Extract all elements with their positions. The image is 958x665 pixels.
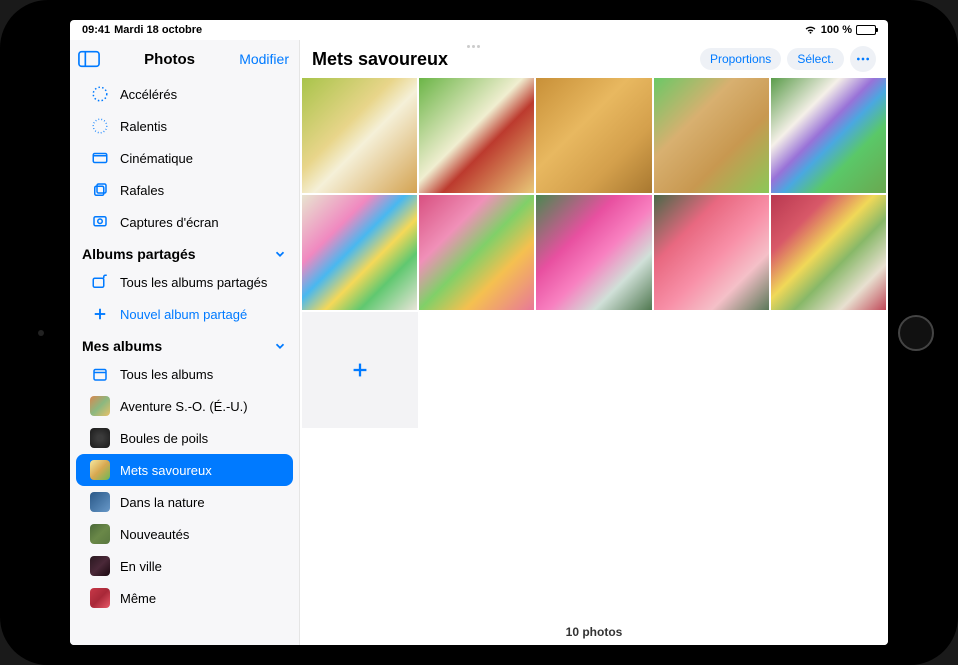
section-label: Mes albums xyxy=(82,338,162,354)
sidebar-item-label: Cinématique xyxy=(120,151,193,166)
sidebar-item-all-shared[interactable]: Tous les albums partagés xyxy=(76,266,293,298)
sidebar-item-label: Ralentis xyxy=(120,119,167,134)
photo-thumb[interactable] xyxy=(302,195,417,310)
album-thumb xyxy=(90,524,110,544)
select-button[interactable]: Sélect. xyxy=(787,48,844,70)
sidebar-item-all-albums[interactable]: Tous les albums xyxy=(76,358,293,390)
battery-icon xyxy=(856,25,876,35)
sidebar-item-label: Mets savoureux xyxy=(120,463,212,478)
add-photo-button[interactable] xyxy=(302,312,418,428)
photo-thumb[interactable] xyxy=(419,78,534,193)
sidebar-album-aventure[interactable]: Aventure S.-O. (É.-U.) xyxy=(76,390,293,422)
photo-count: 10 photos xyxy=(300,619,888,645)
sidebar-item-slowmo[interactable]: Ralentis xyxy=(76,110,293,142)
plus-icon xyxy=(349,359,371,381)
sidebar-item-label: Tous les albums partagés xyxy=(120,275,267,290)
status-date: Mardi 18 octobre xyxy=(114,24,202,36)
photo-thumb[interactable] xyxy=(771,78,886,193)
edit-button[interactable]: Modifier xyxy=(239,51,289,67)
sidebar-item-label: Même xyxy=(120,591,156,606)
sidebar: Photos Modifier Accélérés Ralentis Ciném… xyxy=(70,40,300,645)
sidebar-album-boules[interactable]: Boules de poils xyxy=(76,422,293,454)
album-thumb xyxy=(90,492,110,512)
ellipsis-icon xyxy=(855,51,871,67)
sidebar-album-mets[interactable]: Mets savoureux xyxy=(76,454,293,486)
chevron-down-icon xyxy=(273,247,287,261)
photo-thumb[interactable] xyxy=(771,195,886,310)
slowmo-icon xyxy=(90,116,110,136)
aspect-button[interactable]: Proportions xyxy=(700,48,781,70)
album-thumb xyxy=(90,428,110,448)
photo-thumb[interactable] xyxy=(654,195,769,310)
timelapse-icon xyxy=(90,84,110,104)
section-my-albums[interactable]: Mes albums xyxy=(70,330,299,358)
sidebar-item-label: Boules de poils xyxy=(120,431,208,446)
sidebar-album-ville[interactable]: En ville xyxy=(76,550,293,582)
section-label: Albums partagés xyxy=(82,246,196,262)
screenshots-icon xyxy=(90,212,110,232)
album-thumb xyxy=(90,396,110,416)
main-content: Mets savoureux Proportions Sélect. xyxy=(300,40,888,645)
ipad-frame: 09:41 Mardi 18 octobre 100 % Photos Modi… xyxy=(0,0,958,665)
screen: 09:41 Mardi 18 octobre 100 % Photos Modi… xyxy=(70,20,888,645)
sidebar-item-screenshots[interactable]: Captures d'écran xyxy=(76,206,293,238)
sidebar-album-nouveautes[interactable]: Nouveautés xyxy=(76,518,293,550)
photo-thumb[interactable] xyxy=(419,195,534,310)
status-bar: 09:41 Mardi 18 octobre 100 % xyxy=(70,20,888,40)
more-button[interactable] xyxy=(850,46,876,72)
photo-grid xyxy=(300,78,888,310)
multitasking-handle[interactable] xyxy=(467,45,491,49)
photo-thumb[interactable] xyxy=(302,78,417,193)
status-time: 09:41 xyxy=(82,24,110,36)
albums-icon xyxy=(90,364,110,384)
sidebar-title: Photos xyxy=(144,51,195,68)
sidebar-item-bursts[interactable]: Rafales xyxy=(76,174,293,206)
sidebar-item-label: En ville xyxy=(120,559,162,574)
plus-icon xyxy=(90,304,110,324)
photo-thumb[interactable] xyxy=(654,78,769,193)
wifi-icon xyxy=(804,25,817,35)
sidebar-item-label: Captures d'écran xyxy=(120,215,219,230)
sidebar-item-label: Rafales xyxy=(120,183,164,198)
album-thumb xyxy=(90,556,110,576)
battery-percent: 100 % xyxy=(821,24,852,36)
sidebar-item-cinematic[interactable]: Cinématique xyxy=(76,142,293,174)
album-thumb xyxy=(90,588,110,608)
sidebar-album-nature[interactable]: Dans la nature xyxy=(76,486,293,518)
sidebar-item-label: Nouveautés xyxy=(120,527,189,542)
photo-thumb[interactable] xyxy=(536,195,651,310)
bursts-icon xyxy=(90,180,110,200)
sidebar-item-new-shared[interactable]: Nouvel album partagé xyxy=(76,298,293,330)
sidebar-item-label: Nouvel album partagé xyxy=(120,307,247,322)
shared-albums-icon xyxy=(90,272,110,292)
cinematic-icon xyxy=(90,148,110,168)
album-thumb xyxy=(90,460,110,480)
section-shared-albums[interactable]: Albums partagés xyxy=(70,238,299,266)
sidebar-toggle-icon[interactable] xyxy=(78,50,100,68)
sidebar-item-label: Dans la nature xyxy=(120,495,205,510)
camera-dot xyxy=(38,330,44,336)
sidebar-album-meme[interactable]: Même xyxy=(76,582,293,614)
sidebar-item-label: Accélérés xyxy=(120,87,177,102)
sidebar-item-timelapse[interactable]: Accélérés xyxy=(76,78,293,110)
photo-thumb[interactable] xyxy=(536,78,651,193)
sidebar-item-label: Tous les albums xyxy=(120,367,213,382)
sidebar-item-label: Aventure S.-O. (É.-U.) xyxy=(120,399,248,414)
home-button[interactable] xyxy=(898,315,934,351)
chevron-down-icon xyxy=(273,339,287,353)
album-title: Mets savoureux xyxy=(312,49,448,70)
